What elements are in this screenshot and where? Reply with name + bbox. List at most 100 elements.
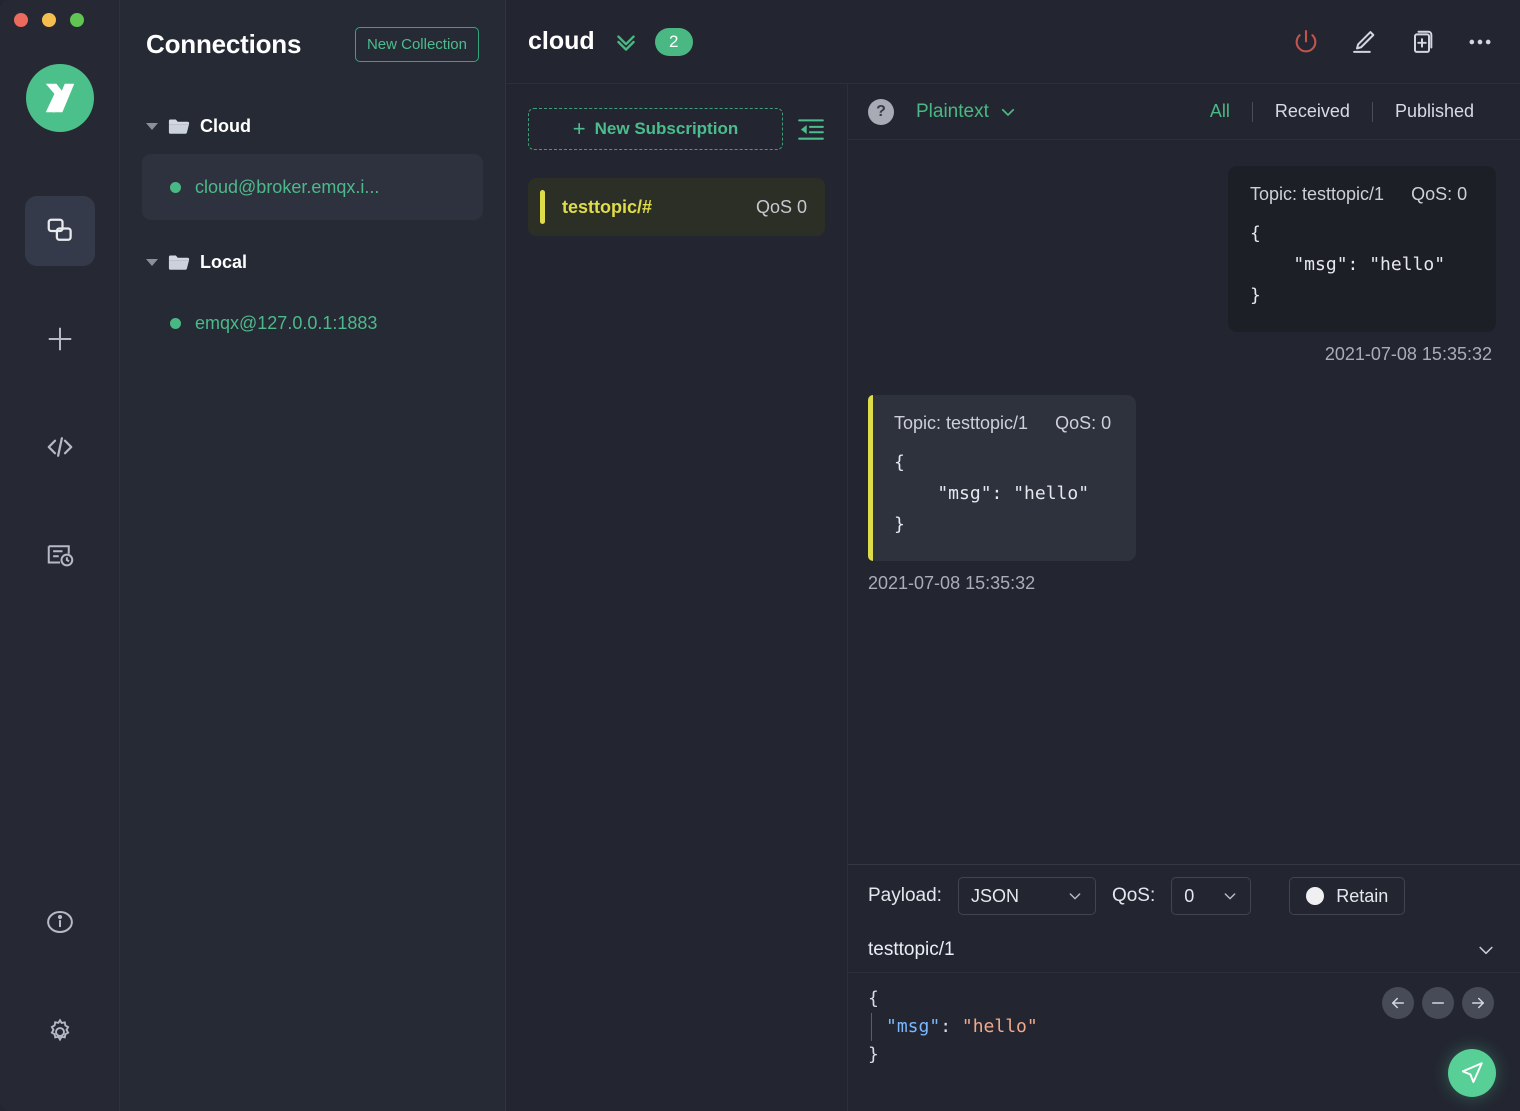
message-timestamp: 2021-07-08 15:35:32: [1325, 344, 1492, 365]
messages-panel: ? Plaintext All Received Published: [848, 84, 1520, 1111]
message-item-received: Topic: testtopic/1 QoS: 0 { "msg": "hell…: [868, 395, 1496, 594]
close-window-button[interactable]: [14, 13, 28, 27]
sidebar-item-new-connection[interactable]: [25, 304, 95, 374]
workspace: + New Subscription testtopic/# QoS: [506, 84, 1520, 1111]
log-history-icon: [45, 540, 75, 570]
publish-topic-value: testtopic/1: [868, 939, 955, 961]
new-window-button[interactable]: [1408, 28, 1436, 56]
new-subscription-label: New Subscription: [595, 119, 739, 139]
payload-type-select[interactable]: JSON: [958, 877, 1096, 915]
connection-name: emqx@127.0.0.1:1883: [195, 313, 377, 334]
publish-payload-editor[interactable]: { "msg": "hello" }: [848, 973, 1520, 1111]
filter-received[interactable]: Received: [1253, 101, 1372, 122]
connection-title: cloud: [528, 27, 595, 56]
chevron-down-icon[interactable]: [1476, 940, 1496, 960]
publish-topic-field[interactable]: testtopic/1: [848, 927, 1520, 973]
maximize-window-button[interactable]: [70, 13, 84, 27]
sidebar-item-scripts[interactable]: [25, 412, 95, 482]
message-qos: QoS: 0: [1055, 413, 1111, 433]
clear-message-button[interactable]: [1422, 987, 1454, 1019]
sidebar-item-about[interactable]: [25, 887, 95, 957]
connection-group-label: Cloud: [200, 116, 251, 137]
retain-label: Retain: [1336, 886, 1388, 907]
chevron-down-icon: [146, 123, 158, 130]
subscription-item[interactable]: testtopic/# QoS 0: [528, 178, 825, 236]
arrow-left-icon: [1389, 994, 1407, 1012]
subscription-topic: testtopic/#: [562, 197, 652, 218]
chevron-double-down-icon[interactable]: [613, 29, 639, 55]
editor-key: "msg": [886, 1016, 940, 1037]
topbar-actions: [1292, 28, 1494, 56]
ellipsis-icon: [1466, 28, 1494, 56]
connection-status-dot: [170, 318, 181, 329]
connection-item-local[interactable]: emqx@127.0.0.1:1883: [142, 290, 483, 356]
editor-brace-open: {: [868, 988, 879, 1009]
message-filters: All Received Published: [1188, 101, 1496, 122]
sidebar-item-settings[interactable]: [25, 997, 95, 1067]
new-subscription-button[interactable]: + New Subscription: [528, 108, 783, 150]
disconnect-button[interactable]: [1292, 28, 1320, 56]
message-payload: { "msg": "hello" }: [1250, 219, 1474, 312]
more-options-button[interactable]: [1466, 28, 1494, 56]
window-traffic-lights: [14, 13, 84, 27]
connection-status-dot: [170, 182, 181, 193]
connections-tree: Cloud cloud@broker.emqx.i... Local: [142, 106, 483, 356]
connection-name: cloud@broker.emqx.i...: [195, 177, 379, 198]
subscription-color-bar: [540, 190, 545, 224]
qos-select[interactable]: 0: [1171, 877, 1251, 915]
publish-options: Payload: JSON QoS: 0 Retain: [848, 865, 1520, 927]
edit-connection-button[interactable]: [1350, 28, 1378, 56]
connection-topbar: cloud 2: [506, 0, 1520, 84]
message-topic: Topic: testtopic/1: [1250, 184, 1384, 204]
power-icon: [1292, 28, 1320, 56]
sidebar-item-log[interactable]: [25, 520, 95, 590]
connection-item-cloud[interactable]: cloud@broker.emqx.i...: [142, 154, 483, 220]
editor-brace-close: }: [868, 1044, 879, 1065]
message-payload: { "msg": "hello" }: [894, 448, 1114, 541]
mqttx-window: Connections New Collection Cloud cloud@b…: [0, 0, 1520, 1111]
chevron-double-down-glyph: [613, 29, 639, 55]
connection-group-cloud[interactable]: Cloud: [142, 106, 483, 146]
new-collection-button[interactable]: New Collection: [355, 27, 479, 62]
connections-header: Connections New Collection: [142, 0, 483, 88]
minimize-window-button[interactable]: [42, 13, 56, 27]
plus-icon: [45, 324, 75, 354]
retain-checkbox[interactable]: Retain: [1289, 877, 1405, 915]
chevron-down-icon: [1222, 888, 1238, 904]
message-list[interactable]: Topic: testtopic/1 QoS: 0 { "msg": "hell…: [848, 140, 1520, 864]
new-window-plus-icon: [1408, 28, 1436, 56]
filter-published[interactable]: Published: [1373, 101, 1496, 122]
editor-colon: :: [940, 1016, 962, 1037]
filter-all[interactable]: All: [1188, 101, 1252, 122]
minus-icon: [1429, 994, 1447, 1012]
message-meta: Topic: testtopic/1 QoS: 0: [894, 413, 1114, 434]
subscriptions-header: + New Subscription: [528, 108, 825, 150]
connection-group-local[interactable]: Local: [142, 242, 483, 282]
payload-type-value: JSON: [971, 886, 1019, 907]
arrow-right-icon: [1469, 994, 1487, 1012]
message-bubble[interactable]: Topic: testtopic/1 QoS: 0 { "msg": "hell…: [868, 395, 1136, 561]
message-meta: Topic: testtopic/1 QoS: 0: [1250, 184, 1474, 205]
plus-icon: +: [573, 118, 586, 140]
stacked-windows-icon: [45, 216, 75, 246]
chevron-down-icon: [146, 259, 158, 266]
help-icon[interactable]: ?: [868, 99, 894, 125]
send-message-button[interactable]: [1448, 1049, 1496, 1097]
send-paper-plane-icon: [1459, 1060, 1485, 1086]
collapse-panel-button[interactable]: [797, 116, 825, 142]
editor-nav-buttons: [1382, 987, 1494, 1019]
message-bubble[interactable]: Topic: testtopic/1 QoS: 0 { "msg": "hell…: [1228, 166, 1496, 332]
page-title: Connections: [146, 29, 301, 60]
prev-message-button[interactable]: [1382, 987, 1414, 1019]
activity-nav-bottom: [25, 887, 95, 1111]
payload-format-select[interactable]: Plaintext: [916, 101, 1017, 123]
pencil-icon: [1350, 28, 1378, 56]
message-topic: Topic: testtopic/1: [894, 413, 1028, 433]
connection-count-badge: 2: [655, 28, 693, 56]
next-message-button[interactable]: [1462, 987, 1494, 1019]
mqttx-logo: [26, 64, 94, 132]
folder-icon: [168, 251, 190, 273]
sidebar-item-connections[interactable]: [25, 196, 95, 266]
chevron-down-icon: [999, 103, 1017, 121]
folder-glyph: [168, 251, 190, 273]
